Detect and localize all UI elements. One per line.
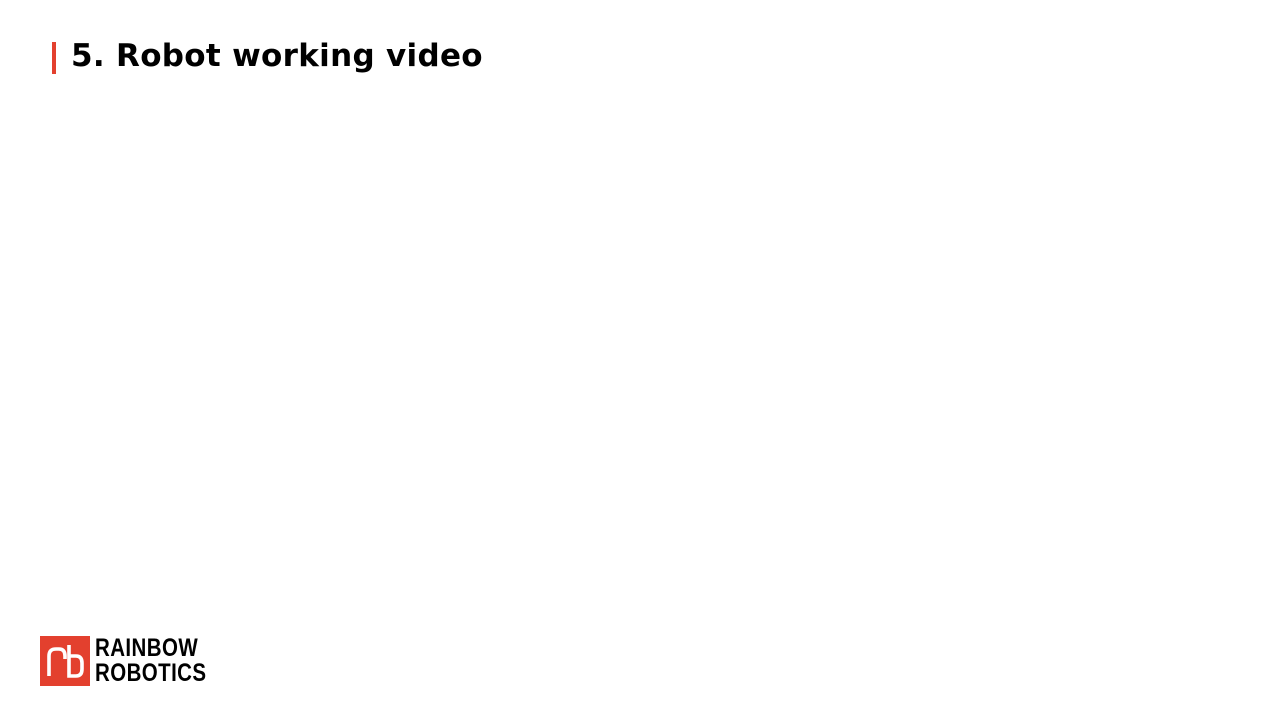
logo-wordmark: RAINBOW ROBOTICS — [95, 635, 206, 687]
slide-title: 5. Robot working video — [71, 38, 483, 74]
slide: 5. Robot working video RAINBOW ROBOTICS — [0, 0, 1280, 720]
rainbow-robotics-logo-icon — [40, 636, 90, 686]
logo-line-1: RAINBOW — [95, 634, 199, 662]
company-logo: RAINBOW ROBOTICS — [40, 635, 231, 687]
logo-line-2: ROBOTICS — [95, 659, 207, 687]
title-accent-bar — [52, 42, 56, 74]
